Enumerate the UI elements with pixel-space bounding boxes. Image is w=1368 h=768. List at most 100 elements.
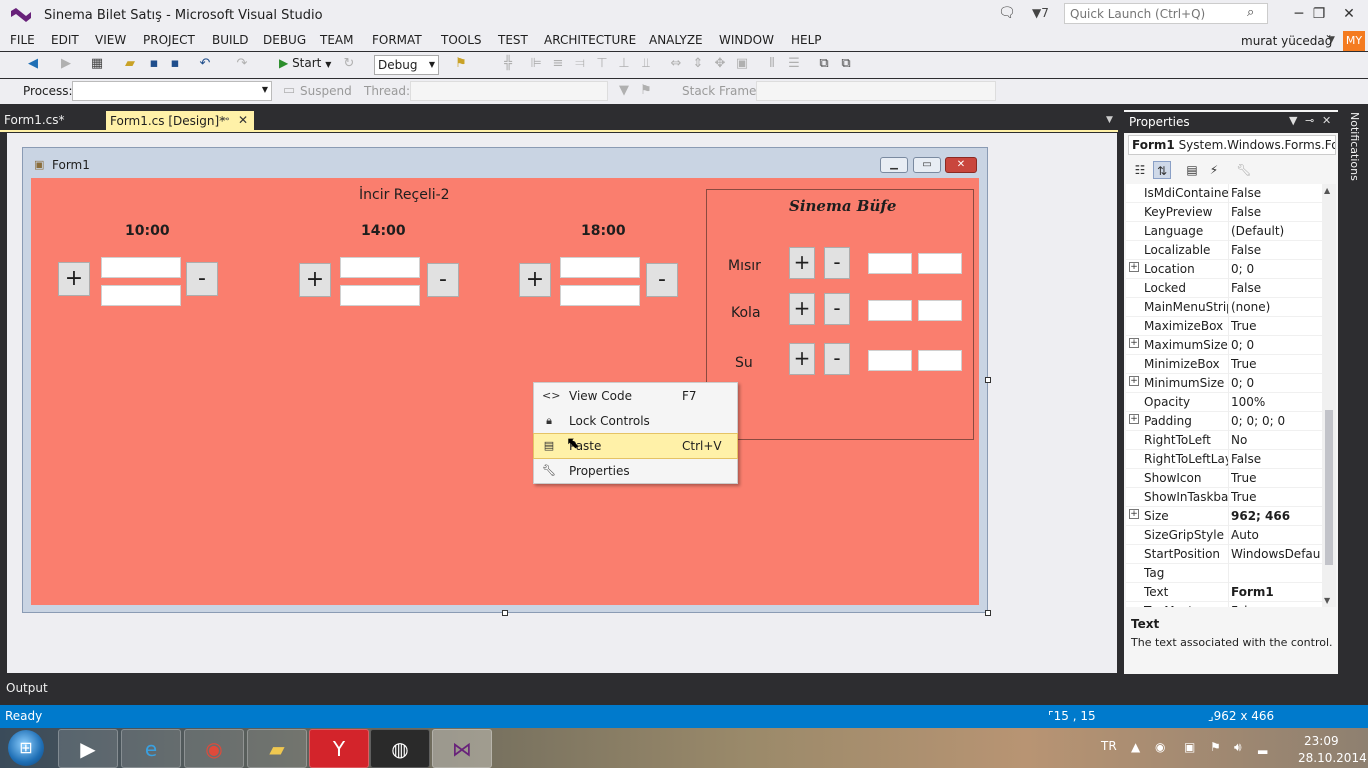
properties-icon[interactable]: ▤ — [1183, 161, 1201, 179]
property-row[interactable]: Opacity 100% — [1126, 393, 1322, 412]
chevron-down-icon[interactable]: ▼ — [1289, 114, 1297, 127]
properties-object-select[interactable]: Form1 System.Windows.Forms.Form — [1128, 135, 1336, 155]
make-same-height-icon[interactable]: ⇕ — [689, 56, 707, 71]
align-centers-icon[interactable]: ≡ — [549, 56, 567, 71]
send-to-back-icon[interactable]: ⧉ — [837, 56, 855, 71]
popcorn-add-button[interactable]: + — [789, 247, 815, 279]
cola-add-button[interactable]: + — [789, 293, 815, 325]
ticket-input-1a[interactable] — [101, 257, 181, 278]
clock-date[interactable]: 28.10.2014 — [1298, 751, 1367, 765]
quick-launch-input[interactable] — [1064, 3, 1268, 24]
close-button[interactable]: ✕ — [1336, 4, 1362, 24]
property-value[interactable]: False — [1231, 205, 1321, 219]
property-row[interactable]: KeyPreview False — [1126, 203, 1322, 222]
property-row[interactable]: IsMdiContainer False — [1126, 184, 1322, 203]
categorized-icon[interactable]: ☷ — [1131, 161, 1149, 179]
align-grid-icon[interactable]: ╬ — [499, 56, 517, 71]
ticket-input-3a[interactable] — [560, 257, 640, 278]
property-row[interactable]: ShowInTaskbar True — [1126, 488, 1322, 507]
property-row[interactable]: MaximizeBox True — [1126, 317, 1322, 336]
time-label-1[interactable]: 10:00 — [125, 223, 170, 239]
make-same-width-icon[interactable]: ⇔ — [667, 56, 685, 71]
movie-title-label[interactable]: İncir Reçeli-2 — [359, 187, 450, 203]
notification-count[interactable]: ▼7 — [1032, 6, 1049, 20]
menu-architecture[interactable]: ARCHITECTURE — [544, 33, 636, 47]
property-value[interactable]: False — [1231, 186, 1321, 200]
property-pages-icon[interactable]: 🔧︎ — [1235, 161, 1253, 179]
property-row[interactable]: Language (Default) — [1126, 222, 1322, 241]
menu-help[interactable]: HELP — [791, 33, 822, 47]
expand-icon[interactable]: + — [1129, 509, 1139, 519]
notifications-strip[interactable] — [1344, 110, 1368, 674]
property-value[interactable]: True — [1231, 471, 1321, 485]
menu-edit[interactable]: EDIT — [51, 33, 79, 47]
property-value[interactable]: False — [1231, 604, 1321, 607]
property-value[interactable]: 100% — [1231, 395, 1321, 409]
windows-start-icon[interactable]: ⊞ — [8, 730, 44, 766]
notifications-tab[interactable]: Notifications — [1348, 112, 1361, 181]
property-row[interactable]: MainMenuStrip (none) — [1126, 298, 1322, 317]
process-select[interactable]: ▼ — [72, 81, 272, 101]
signal-icon[interactable]: ▂ — [1258, 740, 1267, 754]
remove-ticket-button-1[interactable]: - — [186, 262, 218, 296]
find-icon[interactable]: ⚑ — [452, 56, 470, 71]
alphabetical-icon[interactable]: ⇅ — [1153, 161, 1171, 179]
tab-form1-design[interactable]: Form1.cs [Design]* — [106, 111, 254, 132]
output-tab[interactable]: Output — [6, 681, 48, 695]
water-price-input[interactable] — [918, 350, 962, 371]
property-row[interactable]: + Location 0; 0 — [1126, 260, 1322, 279]
align-rights-icon[interactable]: ⫤ — [571, 56, 589, 71]
flag-threads-icon[interactable]: ⚑ — [637, 83, 655, 98]
menu-file[interactable]: FILE — [10, 33, 35, 47]
visual-studio-taskbar-icon[interactable]: ⋈ — [432, 729, 492, 768]
cola-remove-button[interactable]: - — [824, 293, 850, 325]
cola-count-input[interactable] — [868, 300, 912, 321]
new-project-icon[interactable]: ▦ — [88, 56, 106, 71]
popcorn-count-input[interactable] — [868, 253, 912, 274]
input-language[interactable]: TR — [1101, 739, 1117, 753]
expand-icon[interactable]: + — [1129, 414, 1139, 424]
ticket-input-2b[interactable] — [340, 285, 420, 306]
buffet-label-water[interactable]: Su — [735, 355, 753, 371]
bring-to-front-icon[interactable]: ⧉ — [815, 56, 833, 71]
property-value[interactable]: False — [1231, 243, 1321, 257]
time-label-2[interactable]: 14:00 — [361, 223, 406, 239]
property-value[interactable]: 962; 466 — [1231, 509, 1321, 523]
property-row[interactable]: Localizable False — [1126, 241, 1322, 260]
time-label-3[interactable]: 18:00 — [581, 223, 626, 239]
internet-explorer-icon[interactable]: e — [121, 729, 181, 768]
align-middles-icon[interactable]: ⊥ — [615, 56, 633, 71]
water-add-button[interactable]: + — [789, 343, 815, 375]
close-icon[interactable]: ✕ — [1322, 114, 1331, 127]
popcorn-remove-button[interactable]: - — [824, 247, 850, 279]
size-to-grid-icon[interactable]: ▣ — [733, 56, 751, 71]
user-name[interactable]: murat yücedağ — [1241, 34, 1332, 48]
property-value[interactable]: True — [1231, 490, 1321, 504]
property-value[interactable]: Auto — [1231, 528, 1321, 542]
remove-ticket-button-3[interactable]: - — [646, 263, 678, 297]
ctx-view-code[interactable]: <> View Code F7 — [534, 384, 737, 408]
resize-handle-right[interactable] — [985, 377, 991, 383]
buffet-label-popcorn[interactable]: Mısır — [728, 258, 761, 274]
menu-format[interactable]: FORMAT — [372, 33, 422, 47]
water-remove-button[interactable]: - — [824, 343, 850, 375]
menu-build[interactable]: BUILD — [212, 33, 248, 47]
property-value[interactable]: True — [1231, 319, 1321, 333]
save-all-icon[interactable]: ▪ — [166, 56, 184, 71]
filter-icon[interactable]: ▼ — [615, 83, 633, 98]
clock-time[interactable]: 23:09 — [1304, 734, 1339, 748]
buffet-title[interactable]: Sinema Büfe — [789, 197, 896, 215]
open-file-icon[interactable]: ▰ — [121, 56, 139, 71]
undo-icon[interactable]: ↶ — [196, 56, 214, 71]
tab-form1-cs[interactable]: Form1.cs* — [4, 113, 65, 127]
property-row[interactable]: MinimizeBox True — [1126, 355, 1322, 374]
ticket-input-3b[interactable] — [560, 285, 640, 306]
property-row[interactable]: RightToLeftLayoutFalse — [1126, 450, 1322, 469]
property-row[interactable]: + Padding 0; 0; 0; 0 — [1126, 412, 1322, 431]
property-row[interactable]: Tag — [1126, 564, 1322, 583]
make-same-size-icon[interactable]: ✥ — [711, 56, 729, 71]
property-value[interactable]: False — [1231, 452, 1321, 466]
thread-select[interactable] — [410, 81, 608, 101]
property-value[interactable]: No — [1231, 433, 1321, 447]
feedback-icon[interactable]: 🗨 — [998, 5, 1016, 21]
